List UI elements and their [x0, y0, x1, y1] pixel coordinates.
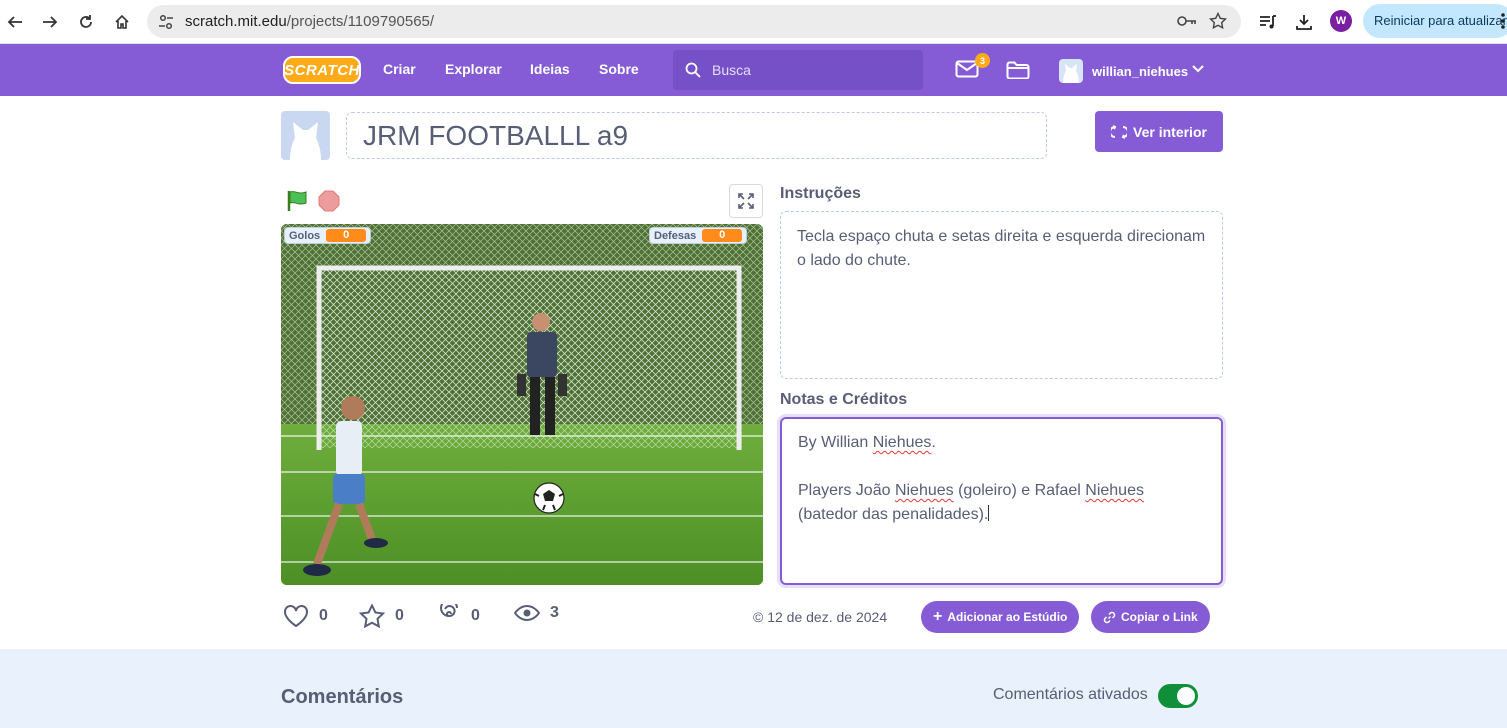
- star-icon: [359, 604, 385, 628]
- profile-avatar[interactable]: W: [1330, 10, 1352, 32]
- love-stat[interactable]: 0: [283, 604, 328, 628]
- notes-heading: Notas e Créditos: [780, 391, 908, 408]
- remix-spiral-icon: [440, 604, 458, 617]
- stage-scene: [281, 224, 763, 585]
- update-button[interactable]: Reiniciar para atualizar: [1363, 4, 1507, 38]
- heart-icon: [284, 605, 308, 628]
- home-icon[interactable]: [110, 10, 134, 34]
- remix-stat: 0: [437, 604, 480, 628]
- plus-icon: +: [933, 608, 943, 625]
- menu-kebab-icon[interactable]: [1500, 12, 1506, 30]
- instructions-textarea[interactable]: Tecla espaço chuta e setas direita e esq…: [780, 211, 1223, 379]
- instructions-text: Tecla espaço chuta e setas direita e esq…: [797, 228, 1206, 269]
- notes-line-2: Players João Niehues (goleiro) e Rafael …: [798, 482, 1144, 499]
- back-arrow-icon[interactable]: [3, 10, 27, 34]
- stop-icon[interactable]: [318, 190, 340, 212]
- scratch-navbar: SCRATCH Criar Explorar Ideias Sobre Busc…: [0, 44, 1507, 96]
- reading-list-icon[interactable]: [1256, 10, 1280, 34]
- reload-icon[interactable]: [74, 10, 98, 34]
- project-title: JRM FOOTBALLL a9: [363, 120, 629, 151]
- notes-line-1: By Willian Niehues.: [798, 434, 936, 451]
- comments-heading: Comentários: [281, 686, 404, 708]
- variable-monitor-saves: Defesas 0: [649, 227, 748, 244]
- chevron-down-icon[interactable]: [1192, 65, 1204, 73]
- copy-link-button[interactable]: Copiar o Link: [1091, 601, 1210, 633]
- nav-ideas[interactable]: Ideias: [530, 61, 570, 77]
- remix-arrows-icon: [1111, 124, 1128, 139]
- text-cursor: [988, 505, 990, 521]
- notes-line-3: (batedor das penalidades).: [798, 505, 990, 523]
- password-key-icon[interactable]: [1177, 13, 1197, 29]
- user-avatar[interactable]: [1059, 59, 1083, 83]
- copyright-icon: ©: [753, 609, 764, 625]
- fullscreen-icon: [738, 193, 754, 209]
- username[interactable]: willian_niehues: [1092, 64, 1188, 79]
- project-author-avatar[interactable]: [281, 111, 330, 160]
- search-input[interactable]: Busca: [673, 50, 923, 90]
- instructions-heading: Instruções: [780, 185, 861, 202]
- project-stage[interactable]: Golos 0 Defesas 0: [281, 224, 763, 585]
- browser-toolbar: scratch.mit.edu/projects/1109790565/ W R…: [0, 0, 1507, 44]
- favorite-stat[interactable]: 0: [359, 604, 404, 628]
- messages-badge: 3: [975, 53, 990, 68]
- views-stat: 3: [514, 604, 559, 622]
- link-icon: [1103, 611, 1116, 623]
- comments-section: [0, 649, 1507, 728]
- scratch-logo[interactable]: SCRATCH: [283, 56, 361, 84]
- nav-about[interactable]: Sobre: [599, 61, 639, 77]
- comments-toggle[interactable]: [1158, 684, 1198, 708]
- nav-explore[interactable]: Explorar: [445, 61, 502, 77]
- notes-textarea[interactable]: By Willian Niehues. Players João Niehues…: [780, 417, 1223, 585]
- ball-sprite: [533, 482, 565, 514]
- address-bar[interactable]: scratch.mit.edu/projects/1109790565/: [147, 5, 1241, 38]
- variable-monitor-goals: Golos 0: [284, 227, 372, 244]
- bookmark-star-icon[interactable]: [1209, 12, 1227, 30]
- eye-icon: [514, 604, 540, 622]
- add-to-studio-button[interactable]: + Adicionar ao Estúdio: [921, 601, 1080, 633]
- share-date: © 12 de dez. de 2024: [753, 609, 888, 625]
- site-settings-icon[interactable]: [157, 13, 175, 31]
- fullscreen-button[interactable]: [729, 184, 763, 218]
- nav-create[interactable]: Criar: [383, 61, 416, 77]
- comments-toggle-label: Comentários ativados: [993, 686, 1148, 703]
- green-flag-icon[interactable]: [286, 190, 308, 212]
- search-placeholder: Busca: [712, 62, 751, 78]
- download-icon[interactable]: [1292, 10, 1316, 34]
- address-url: scratch.mit.edu/projects/1109790565/: [185, 13, 435, 30]
- forward-arrow-icon[interactable]: [38, 10, 62, 34]
- see-inside-button[interactable]: Ver interior: [1095, 111, 1223, 152]
- my-stuff-folder-icon[interactable]: [1006, 61, 1030, 79]
- project-title-input[interactable]: JRM FOOTBALLL a9: [346, 112, 1047, 159]
- search-icon: [685, 62, 701, 78]
